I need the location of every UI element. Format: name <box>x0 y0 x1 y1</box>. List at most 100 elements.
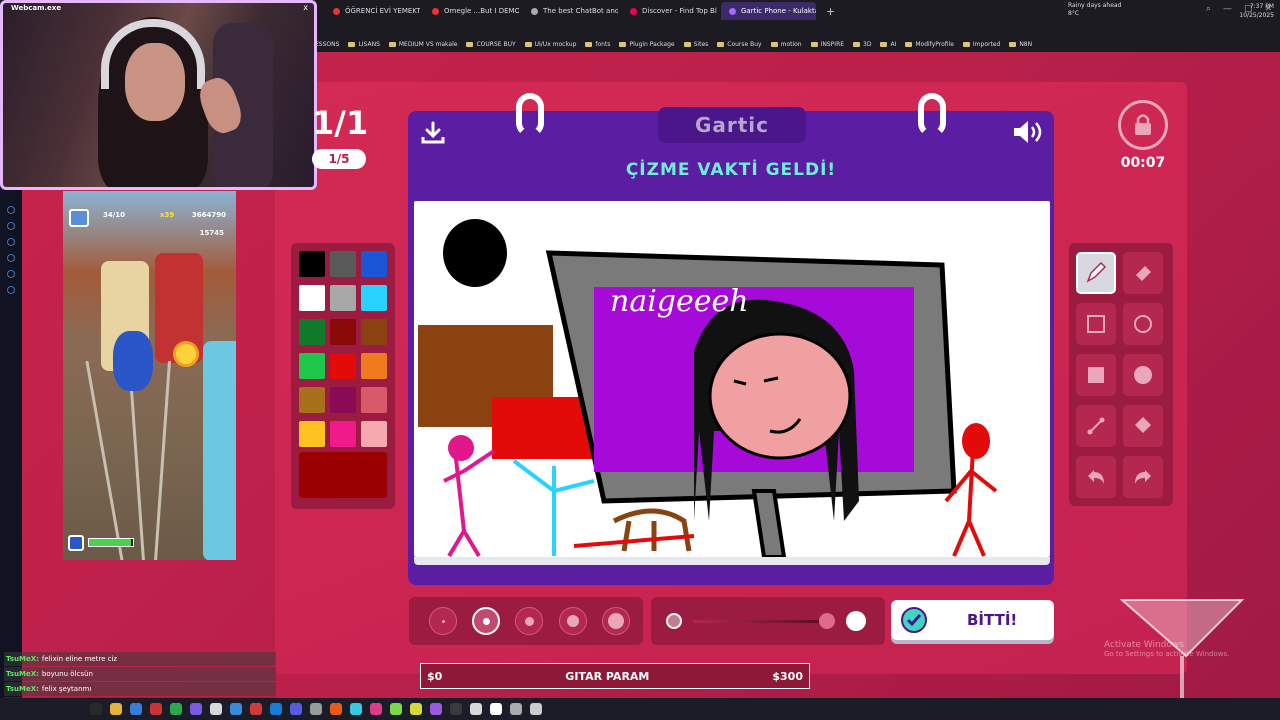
taskbar-app-icon[interactable] <box>510 703 522 715</box>
taskbar-app-icon[interactable] <box>250 703 262 715</box>
browser-tab[interactable]: Omegle ...But I DEMOLIS <box>424 2 519 20</box>
bookmark-item[interactable]: ModifyProfile <box>905 41 954 48</box>
taskbar-app-icon[interactable] <box>210 703 222 715</box>
bookmark-item[interactable]: motion <box>770 41 802 48</box>
sidebar-icon[interactable] <box>7 254 15 262</box>
taskbar-app-icon[interactable] <box>150 703 162 715</box>
sidebar-icon[interactable] <box>7 286 15 294</box>
bookmark-item[interactable]: AI <box>880 41 896 48</box>
color-swatch[interactable] <box>330 353 356 379</box>
rect-outline-icon[interactable] <box>1076 303 1116 345</box>
bucket-icon[interactable] <box>1123 405 1163 447</box>
color-swatch[interactable] <box>361 421 387 447</box>
taskbar-app-icon[interactable] <box>450 703 462 715</box>
color-swatch[interactable] <box>330 251 356 277</box>
brush-size-2[interactable] <box>472 607 500 635</box>
opacity-slider[interactable] <box>651 597 885 645</box>
taskbar-app-icon[interactable] <box>310 703 322 715</box>
circle-fill-icon[interactable] <box>1123 354 1163 396</box>
brush-size-1[interactable] <box>429 607 457 635</box>
browser-tab[interactable]: The best ChatBot and W <box>523 2 618 20</box>
bookmark-label: Sites <box>693 40 709 48</box>
weather-widget[interactable]: Rainy days ahead 8°C <box>1068 2 1121 18</box>
bookmark-item[interactable]: Plugin Package <box>619 41 675 48</box>
color-swatch[interactable] <box>361 319 387 345</box>
turn-counter: 1/5 <box>312 149 366 169</box>
rect-fill-icon[interactable] <box>1076 354 1116 396</box>
color-swatch[interactable] <box>361 285 387 311</box>
minimize-icon[interactable]: — <box>1223 4 1232 14</box>
pencil-icon[interactable] <box>1076 252 1116 294</box>
bookmark-item[interactable]: ESSONS <box>315 41 339 48</box>
color-swatch[interactable] <box>299 285 325 311</box>
color-swatch[interactable] <box>299 387 325 413</box>
bookmark-item[interactable]: UI/Ux mockup <box>524 41 576 48</box>
brush-size-3[interactable] <box>515 607 543 635</box>
canvas-text: naigeeeh <box>610 284 749 319</box>
new-tab-icon[interactable]: + <box>820 5 841 18</box>
bookmark-item[interactable]: Sites <box>683 40 709 48</box>
color-swatch[interactable] <box>361 387 387 413</box>
sound-icon[interactable] <box>1012 119 1044 145</box>
brush-size-4[interactable] <box>559 607 587 635</box>
webcam-close-icon[interactable]: x <box>303 3 308 12</box>
drawing-canvas[interactable]: naigeeeh <box>414 201 1050 557</box>
brush-size-5[interactable] <box>602 607 630 635</box>
sidebar-icon[interactable] <box>7 238 15 246</box>
bookmark-item[interactable]: COURSE BUY <box>466 41 516 48</box>
taskbar-app-icon[interactable] <box>190 703 202 715</box>
bookmark-item[interactable]: fonts <box>585 41 610 48</box>
taskbar-app-icon[interactable] <box>270 703 282 715</box>
color-swatch[interactable] <box>330 387 356 413</box>
color-swatch[interactable] <box>361 353 387 379</box>
bookmark-item[interactable]: 3D <box>853 41 871 48</box>
bookmark-item[interactable]: MEDIUM VS makale <box>388 41 457 48</box>
taskbar-app-icon[interactable] <box>490 703 502 715</box>
taskbar-app-icon[interactable] <box>530 703 542 715</box>
sidebar-icon[interactable] <box>7 206 15 214</box>
search-icon[interactable]: ⌕ <box>1206 4 1211 14</box>
taskbar-app-icon[interactable] <box>470 703 482 715</box>
circle-outline-icon[interactable] <box>1123 303 1163 345</box>
color-swatch[interactable] <box>299 251 325 277</box>
taskbar-app-icon[interactable] <box>350 703 362 715</box>
taskbar-app-icon[interactable] <box>370 703 382 715</box>
taskbar-app-icon[interactable] <box>290 703 302 715</box>
browser-tab[interactable]: Discover - Find Top Blerp <box>622 2 717 20</box>
color-swatch[interactable] <box>330 421 356 447</box>
taskbar-app-icon[interactable] <box>390 703 402 715</box>
color-swatch[interactable] <box>299 319 325 345</box>
download-icon[interactable] <box>420 121 446 145</box>
taskbar-app-icon[interactable] <box>110 703 122 715</box>
color-swatch[interactable] <box>299 421 325 447</box>
taskbar-app-icon[interactable] <box>170 703 182 715</box>
taskbar-app-icon[interactable] <box>90 703 102 715</box>
sidebar-icon[interactable] <box>7 270 15 278</box>
taskbar-app-icon[interactable] <box>410 703 422 715</box>
browser-tab[interactable]: ÖĞRENCİ EVİ YEMEKTE <box>325 2 420 20</box>
taskbar-app-icon[interactable] <box>230 703 242 715</box>
redo-icon[interactable] <box>1123 456 1163 498</box>
bookmark-item[interactable]: LISANS <box>348 41 380 48</box>
bookmark-item[interactable]: INSPIRE <box>810 41 844 48</box>
opacity-handle[interactable] <box>819 613 835 629</box>
undo-icon[interactable] <box>1076 456 1116 498</box>
clock[interactable]: 7:37 PM 10/25/2025 <box>1239 2 1274 20</box>
sidebar-icon[interactable] <box>7 222 15 230</box>
color-swatch[interactable] <box>330 285 356 311</box>
bookmark-item[interactable]: Imported <box>962 41 1000 48</box>
bookmark-item[interactable]: Course Buy <box>717 41 762 48</box>
pause-icon[interactable] <box>69 209 89 227</box>
color-swatch[interactable] <box>361 251 387 277</box>
done-button[interactable]: BİTTİ! <box>891 600 1054 640</box>
taskbar-app-icon[interactable] <box>430 703 442 715</box>
taskbar-app-icon[interactable] <box>130 703 142 715</box>
eraser-icon[interactable] <box>1123 252 1163 294</box>
taskbar-app-icon[interactable] <box>330 703 342 715</box>
opacity-track[interactable] <box>693 620 829 623</box>
color-swatch[interactable] <box>299 353 325 379</box>
bookmark-item[interactable]: N8N <box>1009 41 1032 48</box>
browser-tab[interactable]: Gartic Phone - Kulaktan K× <box>721 2 816 20</box>
color-swatch[interactable] <box>330 319 356 345</box>
line-icon[interactable] <box>1076 405 1116 447</box>
